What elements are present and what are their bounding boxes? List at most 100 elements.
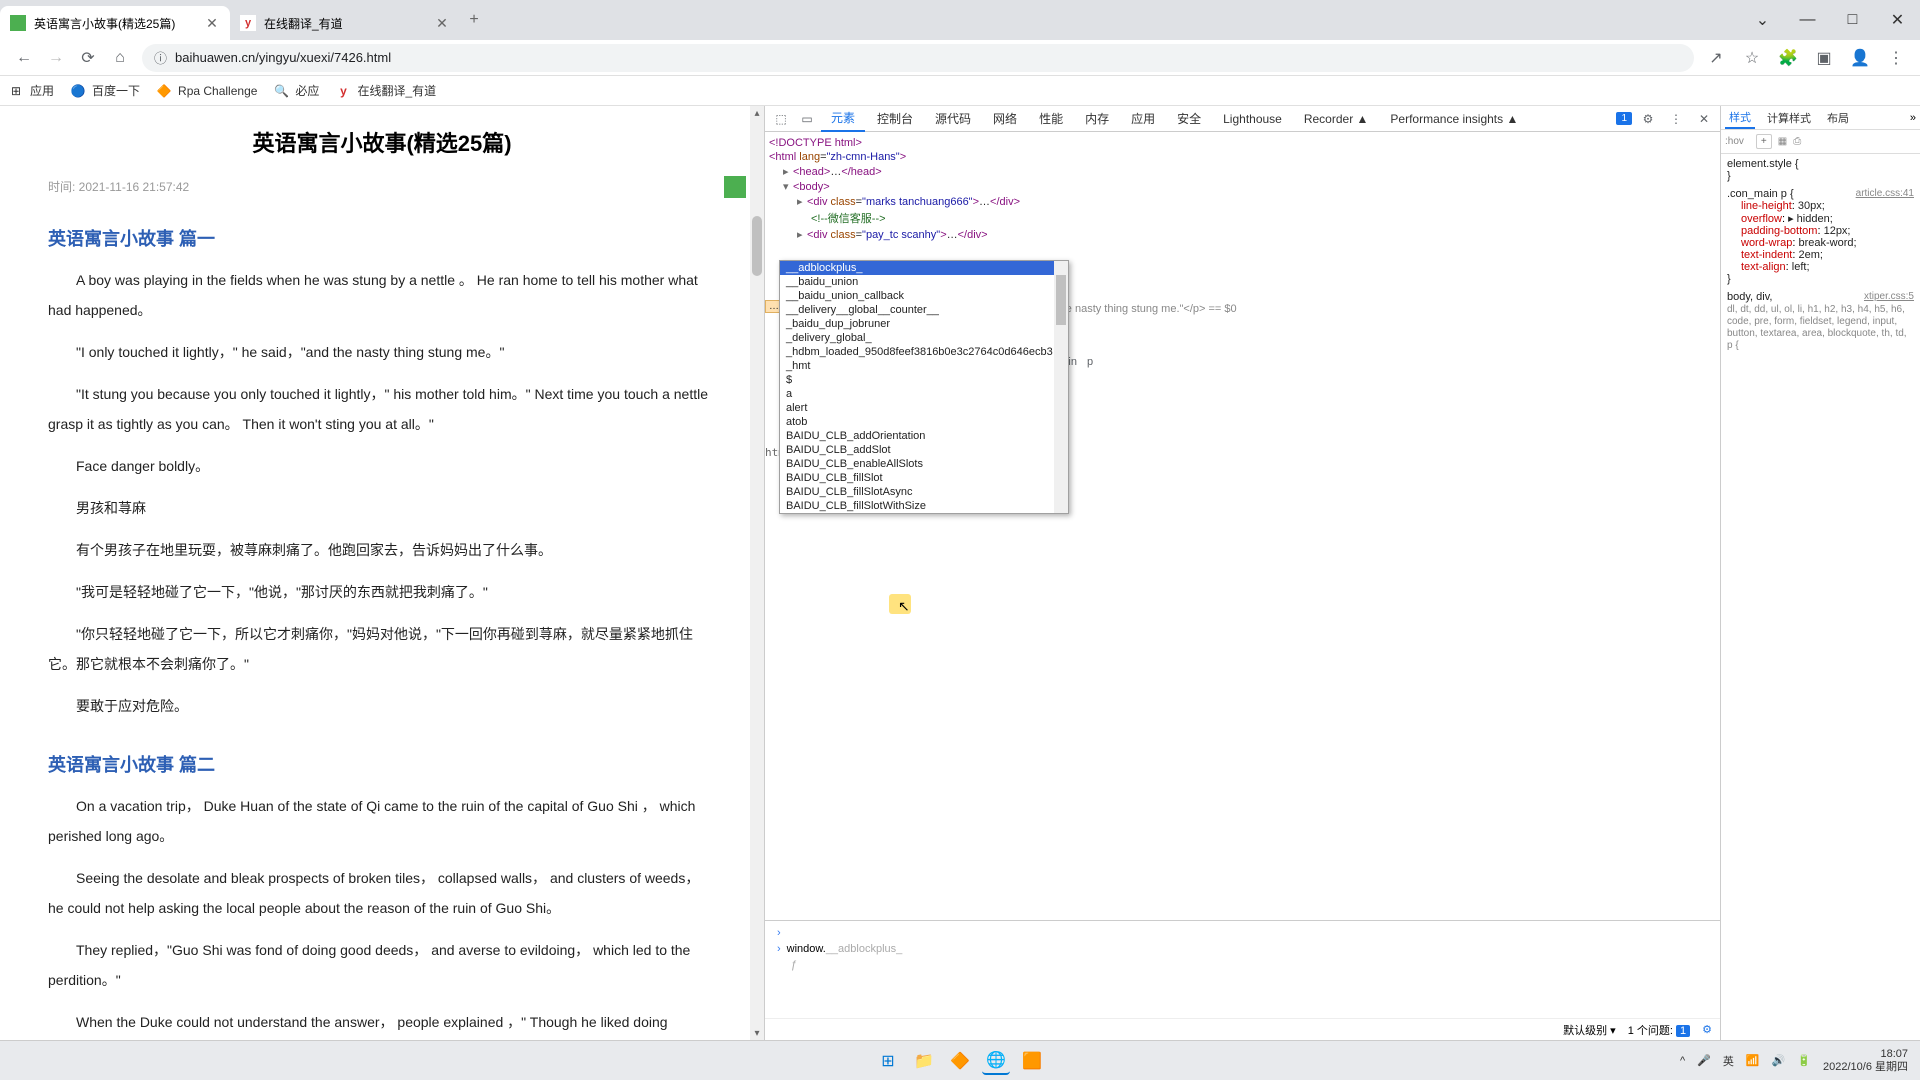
scroll-down-icon[interactable]: ▾ xyxy=(750,1026,764,1040)
console-input[interactable]: › window.__adblockplus_ xyxy=(769,941,1716,957)
dom-node[interactable]: <html lang="zh-cmn-Hans"> xyxy=(769,150,1716,164)
style-rule[interactable]: article.css:41 .con_main p { line-height… xyxy=(1727,188,1914,285)
scrollbar-track[interactable]: ▴ ▾ xyxy=(750,106,764,1040)
dom-node[interactable]: ▸<head>…</head> xyxy=(769,164,1716,179)
volume-icon[interactable]: 🔊 xyxy=(1772,1054,1786,1067)
bookmark-item[interactable]: 🔵百度一下 xyxy=(70,82,140,99)
autocomplete-item[interactable]: _baidu_dup_jobruner xyxy=(780,317,1068,331)
new-rule-button[interactable]: + xyxy=(1756,134,1772,149)
autocomplete-item[interactable]: BAIDU_CLB_fillSlot xyxy=(780,471,1068,485)
scrollbar-thumb[interactable] xyxy=(1056,275,1066,325)
url-input[interactable]: ⓘ baihuawen.cn/yingyu/xuexi/7426.html xyxy=(142,44,1694,72)
autocomplete-item[interactable]: BAIDU_CLB_enableAllSlots xyxy=(780,457,1068,471)
profile-icon[interactable]: 👤 xyxy=(1844,42,1876,74)
autocomplete-item[interactable]: __baidu_union xyxy=(780,275,1068,289)
dom-tree[interactable]: <!DOCTYPE html> <html lang="zh-cmn-Hans"… xyxy=(765,132,1720,920)
tab-layout[interactable]: 布局 xyxy=(1823,108,1853,128)
issues-badge[interactable]: 1 xyxy=(1616,112,1632,125)
autocomplete-item[interactable]: __delivery__global__counter__ xyxy=(780,303,1068,317)
file-explorer-icon[interactable]: 📁 xyxy=(910,1047,938,1075)
tab-console[interactable]: 控制台 xyxy=(867,106,923,131)
print-icon[interactable]: ⎙ xyxy=(1793,136,1801,147)
tray-overflow-icon[interactable]: ^ xyxy=(1680,1055,1685,1067)
breadcrumb-item[interactable]: p xyxy=(1087,356,1093,368)
issues-link[interactable]: 1 个问题: 1 xyxy=(1628,1022,1690,1038)
autocomplete-item[interactable]: _hdbm_loaded_950d8feef3816b0e3c2764c0d64… xyxy=(780,345,1068,359)
tab-sources[interactable]: 源代码 xyxy=(925,106,981,131)
source-link[interactable]: article.css:41 xyxy=(1856,188,1914,199)
apps-shortcut[interactable]: ⊞应用 xyxy=(8,82,54,99)
tab-close-icon[interactable]: ✕ xyxy=(204,15,220,31)
browser-tab-active[interactable]: 英语寓言小故事(精选25篇) ✕ xyxy=(0,6,230,40)
forward-button[interactable]: → xyxy=(40,42,72,74)
tab-lighthouse[interactable]: Lighthouse xyxy=(1213,108,1292,130)
more-menu-icon[interactable]: ⋮ xyxy=(1664,107,1688,131)
browser-tab[interactable]: y 在线翻译_有道 ✕ xyxy=(230,6,460,40)
menu-icon[interactable]: ⋮ xyxy=(1880,42,1912,74)
tab-recorder[interactable]: Recorder ▲ xyxy=(1294,108,1379,130)
tab-styles[interactable]: 样式 xyxy=(1725,107,1755,129)
dom-node[interactable]: <!DOCTYPE html> xyxy=(769,136,1716,150)
close-button[interactable]: ✕ xyxy=(1875,5,1920,35)
reload-button[interactable]: ⟳ xyxy=(72,42,104,74)
app-icon[interactable]: 🔶 xyxy=(946,1047,974,1075)
tab-security[interactable]: 安全 xyxy=(1167,106,1211,131)
wifi-icon[interactable]: 📶 xyxy=(1746,1054,1760,1067)
autocomplete-item[interactable]: alert xyxy=(780,401,1068,415)
chrome-icon[interactable]: 🌐 xyxy=(982,1047,1010,1075)
tab-application[interactable]: 应用 xyxy=(1121,106,1165,131)
autocomplete-item[interactable]: atob xyxy=(780,415,1068,429)
minimize-button[interactable]: — xyxy=(1785,5,1830,35)
autocomplete-item[interactable]: BAIDU_CLB_fillSlotAsync xyxy=(780,485,1068,499)
tab-memory[interactable]: 内存 xyxy=(1075,106,1119,131)
battery-icon[interactable]: 🔋 xyxy=(1797,1054,1811,1067)
inspect-element-icon[interactable]: ⬚ xyxy=(769,107,793,131)
home-button[interactable]: ⌂ xyxy=(104,42,136,74)
bookmark-item[interactable]: 🔶Rpa Challenge xyxy=(156,83,257,99)
autocomplete-item[interactable]: BAIDU_CLB_addOrientation xyxy=(780,429,1068,443)
extensions-icon[interactable]: 🧩 xyxy=(1772,42,1804,74)
maximize-button[interactable]: □ xyxy=(1830,5,1875,35)
mic-icon[interactable]: 🎤 xyxy=(1697,1054,1711,1067)
dom-comment[interactable]: <!--微信客服--> xyxy=(769,209,1716,227)
scroll-up-icon[interactable]: ▴ xyxy=(750,106,764,120)
tab-performance[interactable]: 性能 xyxy=(1029,106,1073,131)
autocomplete-item[interactable]: __adblockplus_ xyxy=(780,261,1068,275)
ime-indicator[interactable]: 英 xyxy=(1723,1053,1734,1069)
new-tab-button[interactable]: + xyxy=(460,6,488,34)
close-devtools-icon[interactable]: ✕ xyxy=(1692,107,1716,131)
autocomplete-item[interactable]: _delivery_global_ xyxy=(780,331,1068,345)
start-button[interactable]: ⊞ xyxy=(874,1047,902,1075)
app-icon[interactable]: 🟧 xyxy=(1018,1047,1046,1075)
log-level-dropdown[interactable]: 默认级别 ▾ xyxy=(1563,1022,1616,1038)
autocomplete-item[interactable]: $ xyxy=(780,373,1068,387)
sidepanel-icon[interactable]: ▣ xyxy=(1808,42,1840,74)
console-settings-icon[interactable]: ⚙ xyxy=(1702,1023,1712,1036)
bookmark-star-icon[interactable]: ☆ xyxy=(1736,42,1768,74)
tab-close-icon[interactable]: ✕ xyxy=(434,15,450,31)
bookmark-item[interactable]: y在线翻译_有道 xyxy=(335,82,436,99)
tab-elements[interactable]: 元素 xyxy=(821,105,865,132)
scrollbar-thumb[interactable] xyxy=(752,216,762,276)
site-info-icon[interactable]: ⓘ xyxy=(154,48,167,67)
hov-toggle[interactable]: :hov xyxy=(1725,136,1744,147)
autocomplete-item[interactable]: BAIDU_CLB_addSlot xyxy=(780,443,1068,457)
bookmark-item[interactable]: 🔍必应 xyxy=(273,82,319,99)
style-rule[interactable]: xtiper.css:5 body, div, dl, dt, dd, ul, … xyxy=(1727,291,1914,351)
autocomplete-item[interactable]: __baidu_union_callback xyxy=(780,289,1068,303)
more-icon[interactable]: » xyxy=(1910,112,1916,124)
tab-computed[interactable]: 计算样式 xyxy=(1763,108,1815,128)
autocomplete-popup[interactable]: __adblockplus_ __baidu_union __baidu_uni… xyxy=(779,260,1069,514)
tab-network[interactable]: 网络 xyxy=(983,106,1027,131)
source-link[interactable]: xtiper.css:5 xyxy=(1864,291,1914,302)
styles-rules[interactable]: element.style {} article.css:41 .con_mai… xyxy=(1721,154,1920,1040)
style-rule[interactable]: element.style {} xyxy=(1727,158,1914,182)
autocomplete-item[interactable]: a xyxy=(780,387,1068,401)
settings-gear-icon[interactable]: ⚙ xyxy=(1636,107,1660,131)
chevron-down-icon[interactable]: ⌄ xyxy=(1740,5,1785,35)
device-toggle-icon[interactable]: ▭ xyxy=(795,107,819,131)
box-model-icon[interactable]: ▦ xyxy=(1778,136,1787,147)
dom-node[interactable]: ▾<body> xyxy=(769,179,1716,194)
tab-perf-insights[interactable]: Performance insights ▲ xyxy=(1380,108,1528,130)
autocomplete-item[interactable]: _hmt xyxy=(780,359,1068,373)
